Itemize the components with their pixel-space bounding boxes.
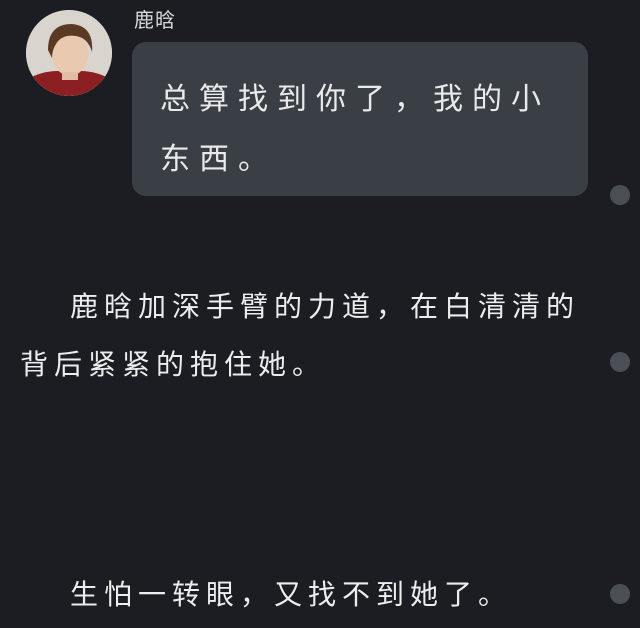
comment-dot-icon[interactable] (610, 584, 630, 604)
comment-dot-icon[interactable] (610, 185, 630, 205)
comment-dot-icon[interactable] (610, 352, 630, 372)
story-paragraph: 生怕一转眼，又找不到她了。 (70, 578, 513, 611)
avatar[interactable] (26, 10, 112, 96)
avatar-photo-icon (26, 10, 112, 96)
message-bubble[interactable]: 总算找到你了，我的小东西。 (132, 42, 588, 196)
chat-message: 鹿晗 总算找到你了，我的小东西。 (0, 0, 640, 200)
story-paragraph: 鹿晗加深手臂的力道，在白清清的背后紧紧的抱住她。 (20, 290, 581, 381)
message-text: 总算找到你了，我的小东西。 (160, 82, 550, 177)
sender-name: 鹿晗 (134, 8, 176, 32)
